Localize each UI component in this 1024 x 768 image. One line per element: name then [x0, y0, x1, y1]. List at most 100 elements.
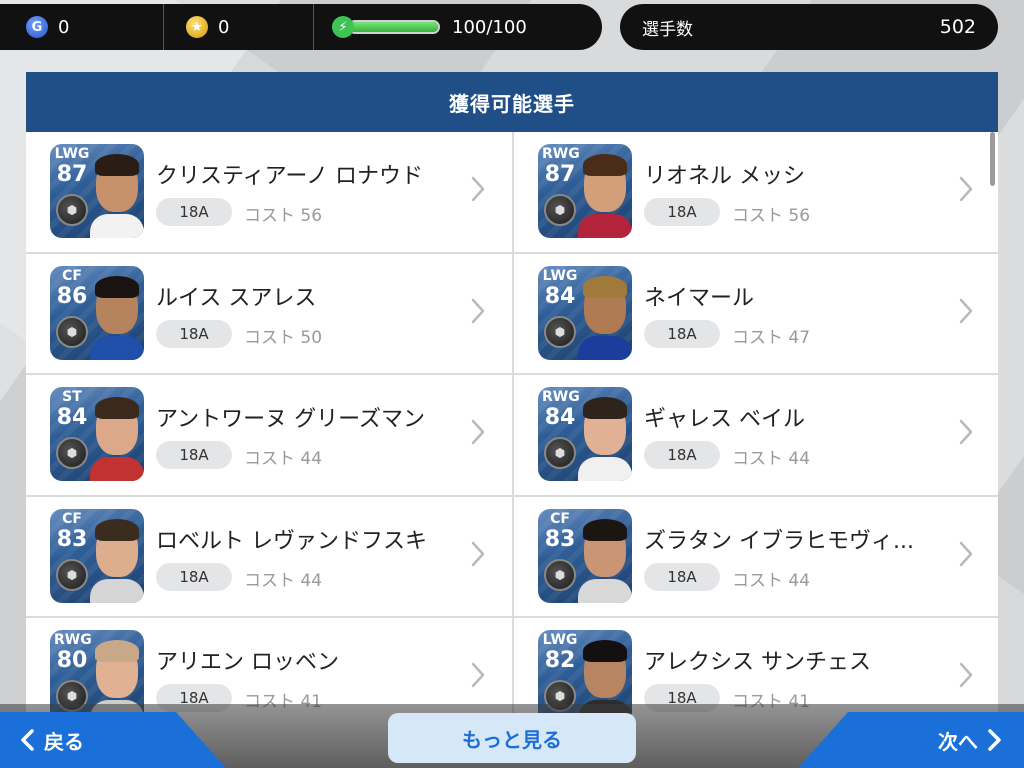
player-face	[578, 274, 632, 360]
player-card[interactable]: ST 84 ⬢ アントワーヌ グリーズマン 18A コスト 44	[26, 375, 512, 495]
player-cost: コスト 47	[732, 327, 811, 348]
ball-icon: ⬢	[56, 558, 88, 591]
player-hair	[95, 275, 139, 298]
player-thumbnail: LWG 87 ⬢	[50, 144, 144, 238]
coin-currency: ★ 0	[164, 4, 314, 50]
see-more-button[interactable]: もっと見る	[388, 713, 636, 763]
player-rating: 84	[544, 283, 576, 309]
player-position: CF	[550, 510, 570, 527]
player-hair	[583, 640, 627, 662]
player-shirt	[578, 578, 632, 603]
ball-icon: ⬢	[56, 437, 88, 469]
player-thumbnail: LWG 84 ⬢	[538, 265, 632, 360]
player-hair	[583, 154, 627, 176]
ball-icon: ⬢	[56, 194, 88, 226]
player-thumbnail: CF 83 ⬢	[538, 508, 632, 603]
player-face	[90, 274, 144, 360]
player-rating: 82	[544, 648, 576, 673]
player-version-badge: 18A	[156, 562, 232, 591]
player-position: ST	[62, 389, 82, 405]
scrollbar[interactable]	[990, 132, 995, 186]
player-thumbnail: RWG 87 ⬢	[538, 144, 632, 238]
player-position: LWG	[542, 267, 578, 284]
player-hair	[95, 397, 139, 419]
player-position: LWG	[542, 632, 578, 648]
player-rating: 83	[544, 526, 576, 552]
player-hair	[95, 640, 139, 662]
player-rating: 86	[56, 283, 88, 309]
player-face	[578, 517, 632, 603]
player-shirt	[90, 578, 144, 603]
player-face	[90, 517, 144, 603]
ball-icon: ⬢	[544, 194, 576, 226]
player-shirt	[578, 335, 632, 360]
chevron-right-icon	[470, 660, 486, 690]
chevron-right-icon	[958, 417, 974, 447]
chevron-right-icon	[958, 539, 974, 569]
player-card[interactable]: CF 83 ⬢ ズラタン イブラヒモヴィ... 18A コスト 44	[514, 496, 998, 616]
player-count-value: 502	[939, 16, 976, 38]
player-version-badge: 18A	[644, 441, 720, 469]
player-count-label: 選手数	[642, 19, 693, 40]
next-button-label: 次へ	[938, 729, 978, 754]
player-hair	[583, 397, 627, 419]
player-card[interactable]: CF 86 ⬢ ルイス スアレス 18A コスト 50	[26, 253, 512, 373]
player-card[interactable]: RWG 87 ⬢ リオネル メッシ 18A コスト 56	[514, 132, 998, 252]
player-name: アレクシス サンチェス	[644, 650, 871, 675]
player-position: LWG	[54, 146, 90, 162]
player-cost: コスト 44	[732, 570, 811, 591]
player-version-badge: 18A	[156, 441, 232, 469]
player-name: リオネル メッシ	[644, 164, 805, 189]
player-version-badge: 18A	[156, 319, 232, 348]
player-position: CF	[62, 267, 82, 284]
chevron-right-icon	[470, 174, 486, 204]
available-players-panel: 獲得可能選手 LWG 87 ⬢ クリスティアーノ ロナウド 18A コスト 56 RWG 87…	[26, 72, 998, 768]
player-version-badge: 18A	[156, 198, 232, 226]
player-shirt	[578, 214, 632, 238]
stamina-meter: ⚡ 100/100	[314, 4, 602, 50]
player-hair	[583, 275, 627, 298]
gp-currency: G 0	[0, 4, 164, 50]
player-position: RWG	[54, 632, 92, 648]
player-thumbnail: CF 83 ⬢	[50, 508, 144, 603]
player-cost: コスト 44	[732, 449, 811, 469]
player-position: CF	[62, 510, 82, 527]
player-thumbnail: CF 86 ⬢	[50, 265, 144, 360]
player-list: LWG 87 ⬢ クリスティアーノ ロナウド 18A コスト 56 RWG 87 ⬢ リオネル メ…	[26, 132, 998, 738]
player-card[interactable]: LWG 87 ⬢ クリスティアーノ ロナウド 18A コスト 56	[26, 132, 512, 252]
player-name: ロベルト レヴァンドフスキ	[156, 528, 427, 554]
player-name: アリエン ロッベン	[156, 650, 339, 675]
player-name: ズラタン イブラヒモヴィ...	[644, 528, 914, 554]
gp-icon: G	[26, 16, 48, 38]
player-rating: 87	[544, 162, 576, 187]
player-count-pill: 選手数 502	[620, 4, 998, 50]
player-rating: 87	[56, 162, 88, 187]
player-face	[90, 395, 144, 481]
player-version-badge: 18A	[644, 198, 720, 226]
player-version-badge: 18A	[644, 562, 720, 591]
back-button-label: 戻る	[44, 729, 84, 754]
player-card[interactable]: RWG 84 ⬢ ギャレス ベイル 18A コスト 44	[514, 375, 998, 495]
player-cost: コスト 44	[244, 449, 323, 469]
player-shirt	[578, 457, 632, 481]
player-card[interactable]: LWG 84 ⬢ ネイマール 18A コスト 47	[514, 253, 998, 373]
player-name: アントワーヌ グリーズマン	[156, 407, 426, 432]
chevron-right-icon	[470, 539, 486, 569]
player-hair	[583, 518, 627, 541]
player-cost: コスト 56	[244, 206, 323, 226]
stamina-bar-fill	[350, 22, 438, 32]
chevron-right-icon	[958, 174, 974, 204]
player-face	[578, 152, 632, 238]
player-name: ルイス スアレス	[156, 285, 317, 311]
ball-icon: ⬢	[56, 315, 88, 348]
stamina-text: 100/100	[452, 16, 527, 38]
chevron-left-icon	[21, 729, 34, 751]
player-name: クリスティアーノ ロナウド	[156, 164, 424, 189]
player-face	[90, 152, 144, 238]
player-shirt	[90, 457, 144, 481]
player-card[interactable]: CF 83 ⬢ ロベルト レヴァンドフスキ 18A コスト 44	[26, 496, 512, 616]
player-face	[578, 395, 632, 481]
lightning-icon: ⚡	[332, 16, 354, 38]
player-version-badge: 18A	[644, 319, 720, 348]
gp-value: 0	[58, 16, 70, 38]
